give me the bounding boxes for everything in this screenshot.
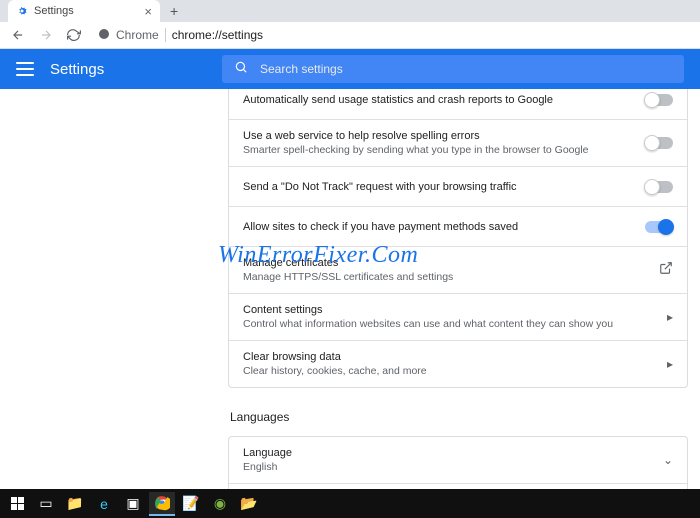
row-sub: Smarter spell-checking by sending what y… [243, 144, 645, 156]
row-title: Automatically send usage statistics and … [243, 94, 645, 106]
search-container[interactable] [222, 55, 684, 83]
chevron-right-icon: ▸ [667, 310, 673, 324]
row-title: Manage certificates [243, 257, 659, 269]
terminal-icon[interactable]: ▣ [120, 492, 146, 516]
page-title: Settings [50, 61, 104, 78]
toggle-switch[interactable] [645, 221, 673, 233]
row-title: Allow sites to check if you have payment… [243, 221, 645, 233]
browser-tab-strip: Settings × + [0, 0, 700, 22]
languages-header: Languages [230, 410, 688, 424]
usage-stats-row[interactable]: Automatically send usage statistics and … [229, 89, 687, 120]
row-sub: Manage HTTPS/SSL certificates and settin… [243, 271, 659, 283]
manage-certificates-row[interactable]: Manage certificates Manage HTTPS/SSL cer… [229, 247, 687, 294]
notepad-icon[interactable]: 📝 [178, 492, 204, 516]
external-link-icon [659, 261, 673, 280]
forward-button[interactable] [38, 27, 54, 43]
search-icon [234, 60, 248, 79]
row-title: Content settings [243, 304, 667, 316]
task-view-button[interactable]: ▭ [33, 492, 59, 516]
menu-icon[interactable] [16, 60, 34, 78]
search-input[interactable] [260, 62, 672, 76]
address-bar: Chrome chrome://settings [0, 22, 700, 49]
tab-title: Settings [34, 5, 74, 17]
folder-icon[interactable]: 📂 [236, 492, 262, 516]
row-title: Use a web service to help resolve spelli… [243, 130, 645, 142]
file-explorer-icon[interactable]: 📁 [62, 492, 88, 516]
secure-icon [98, 28, 110, 43]
omnibox[interactable]: Chrome chrome://settings [94, 28, 690, 43]
new-tab-button[interactable]: + [170, 3, 178, 19]
clear-browsing-data-row[interactable]: Clear browsing data Clear history, cooki… [229, 341, 687, 387]
toggle-switch[interactable] [645, 94, 673, 106]
spelling-service-row[interactable]: Use a web service to help resolve spelli… [229, 120, 687, 167]
do-not-track-row[interactable]: Send a "Do Not Track" request with your … [229, 167, 687, 207]
languages-card: Language English ⌄ Spell check English (… [228, 436, 688, 489]
close-icon[interactable]: × [144, 4, 152, 19]
chrome-icon[interactable] [149, 492, 175, 516]
row-sub: English [243, 461, 663, 473]
row-title: Language [243, 447, 663, 459]
app-icon[interactable]: ◉ [207, 492, 233, 516]
start-button[interactable] [4, 492, 30, 516]
url-host: Chrome [116, 28, 166, 42]
row-title: Clear browsing data [243, 351, 667, 363]
toggle-switch[interactable] [645, 137, 673, 149]
chevron-right-icon: ▸ [667, 357, 673, 371]
language-row[interactable]: Language English ⌄ [229, 437, 687, 484]
back-button[interactable] [10, 27, 26, 43]
windows-logo-icon [11, 497, 24, 510]
url-path: chrome://settings [172, 28, 263, 42]
settings-content: Automatically send usage statistics and … [0, 89, 700, 489]
content-settings-row[interactable]: Content settings Control what informatio… [229, 294, 687, 341]
edge-icon[interactable]: e [91, 492, 117, 516]
reload-button[interactable] [66, 27, 82, 43]
privacy-card: Automatically send usage statistics and … [228, 89, 688, 388]
row-sub: Clear history, cookies, cache, and more [243, 365, 667, 377]
toggle-switch[interactable] [645, 181, 673, 193]
chevron-down-icon: ⌄ [663, 453, 673, 467]
settings-header: Settings [0, 49, 700, 89]
row-title: Send a "Do Not Track" request with your … [243, 181, 645, 193]
row-sub: Control what information websites can us… [243, 318, 667, 330]
browser-tab[interactable]: Settings × [8, 0, 160, 22]
payment-check-row[interactable]: Allow sites to check if you have payment… [229, 207, 687, 247]
windows-taskbar: ▭ 📁 e ▣ 📝 ◉ 📂 [0, 489, 700, 518]
gear-icon [16, 5, 28, 17]
